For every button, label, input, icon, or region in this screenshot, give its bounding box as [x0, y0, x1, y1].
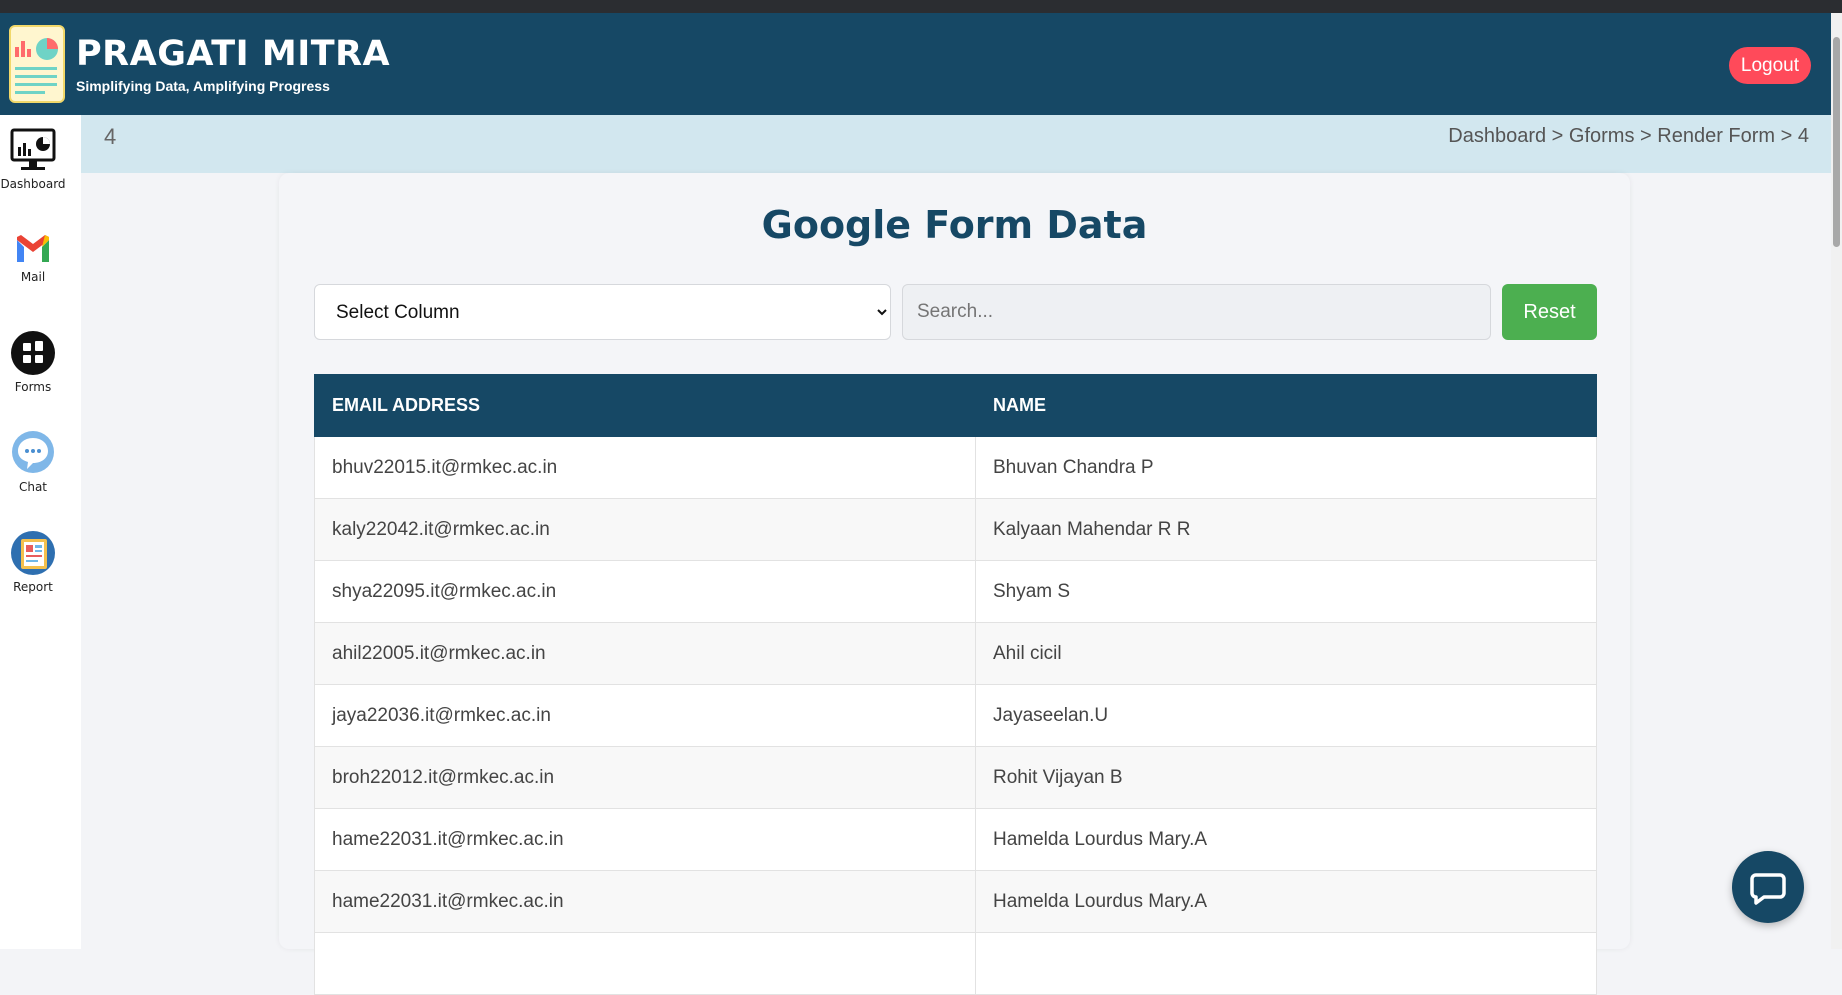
column-select[interactable]: Select Column: [314, 284, 891, 340]
cell-email: ahil22005.it@rmkec.ac.in: [314, 622, 976, 685]
column-header-email[interactable]: EMAIL ADDRESS: [314, 374, 976, 437]
sidebar-item-label: Chat: [18, 480, 48, 494]
table-row: kaly22042.it@rmkec.ac.in Kalyaan Mahenda…: [314, 498, 1597, 561]
search-input[interactable]: [902, 284, 1491, 340]
browser-top-strip: [0, 0, 1842, 13]
page-scrollbar[interactable]: [1831, 13, 1842, 949]
sidebar-item-forms[interactable]: Forms: [0, 330, 66, 394]
breadcrumb-current: 4: [1797, 125, 1809, 147]
cell-name: Shyam S: [975, 560, 1597, 623]
sidebar-item-label: Dashboard: [0, 177, 66, 191]
cell-email: hame22031.it@rmkec.ac.in: [314, 870, 976, 933]
app-tagline: Simplifying Data, Amplifying Progress: [76, 78, 330, 94]
sidebar: Dashboard Mail Forms Chat Report: [0, 115, 81, 949]
chat-fab-button[interactable]: [1732, 851, 1804, 923]
cell-name: Hamelda Lourdus Mary.A: [975, 808, 1597, 871]
app-header: PRAGATI MITRA Simplifying Data, Amplifyi…: [0, 13, 1831, 115]
table-row: hame22031.it@rmkec.ac.in Hamelda Lourdus…: [314, 870, 1597, 933]
reset-button[interactable]: Reset: [1502, 284, 1597, 340]
cell-email: kaly22042.it@rmkec.ac.in: [314, 498, 976, 561]
cell-email: shya22095.it@rmkec.ac.in: [314, 560, 976, 623]
cell-name: Jayaseelan.U: [975, 684, 1597, 747]
cell-name: Rohit Vijayan B: [975, 746, 1597, 809]
sidebar-item-report[interactable]: Report: [0, 530, 66, 594]
column-header-name[interactable]: NAME: [975, 374, 1597, 437]
table-row: hame22031.it@rmkec.ac.in Hamelda Lourdus…: [314, 808, 1597, 871]
breadcrumb-render-form[interactable]: Render Form: [1657, 125, 1775, 147]
cell-name: Kalyaan Mahendar R R: [975, 498, 1597, 561]
app-logo: [9, 25, 65, 103]
page-subheader: 4 Dashboard > Gforms > Render Form > 4: [81, 115, 1831, 173]
cell-name: Bhuvan Chandra P: [975, 436, 1597, 499]
dashboard-monitor-icon: [10, 128, 56, 170]
form-data-card: Google Form Data Select Column Reset EMA…: [279, 173, 1630, 995]
report-icon: [11, 531, 55, 575]
sidebar-item-label: Report: [13, 580, 53, 594]
table-row: shya22095.it@rmkec.ac.in Shyam S: [314, 560, 1597, 623]
form-data-table: EMAIL ADDRESS NAME bhuv22015.it@rmkec.ac…: [314, 374, 1597, 995]
sidebar-item-label: Mail: [20, 270, 46, 284]
cell-email: bhuv22015.it@rmkec.ac.in: [314, 436, 976, 499]
table-row: jaya22036.it@rmkec.ac.in Jayaseelan.U: [314, 684, 1597, 747]
table-row: [314, 932, 1597, 995]
cell-name: Ahil cicil: [975, 622, 1597, 685]
forms-grid-icon: [11, 331, 55, 375]
logout-button[interactable]: Logout: [1728, 47, 1811, 84]
sidebar-item-mail[interactable]: Mail: [0, 232, 66, 284]
breadcrumb-gforms[interactable]: Gforms: [1569, 125, 1635, 147]
cell-email: hame22031.it@rmkec.ac.in: [314, 808, 976, 871]
breadcrumb: Dashboard > Gforms > Render Form > 4: [1448, 125, 1809, 148]
table-header-row: EMAIL ADDRESS NAME: [314, 374, 1597, 437]
chat-bubble-icon: [12, 431, 54, 473]
chart-logo-icon: [15, 38, 58, 94]
cell-email: broh22012.it@rmkec.ac.in: [314, 746, 976, 809]
breadcrumb-separator: >: [1634, 125, 1658, 147]
cell-name: [975, 932, 1597, 995]
chat-bubble-icon: [1750, 873, 1786, 905]
app-title: PRAGATI MITRA: [76, 34, 391, 74]
page-id: 4: [104, 124, 117, 149]
scrollbar-thumb[interactable]: [1833, 37, 1840, 247]
breadcrumb-separator: >: [1775, 125, 1798, 147]
sidebar-item-dashboard[interactable]: Dashboard: [0, 127, 66, 191]
table-row: bhuv22015.it@rmkec.ac.in Bhuvan Chandra …: [314, 436, 1597, 499]
gmail-icon: [17, 235, 49, 262]
cell-email: jaya22036.it@rmkec.ac.in: [314, 684, 976, 747]
table-row: broh22012.it@rmkec.ac.in Rohit Vijayan B: [314, 746, 1597, 809]
cell-name: Hamelda Lourdus Mary.A: [975, 870, 1597, 933]
sidebar-item-chat[interactable]: Chat: [0, 430, 66, 494]
table-row: ahil22005.it@rmkec.ac.in Ahil cicil: [314, 622, 1597, 685]
breadcrumb-separator: >: [1546, 125, 1569, 147]
cell-email: [314, 932, 976, 995]
page-title: Google Form Data: [761, 203, 1148, 247]
breadcrumb-dashboard[interactable]: Dashboard: [1448, 125, 1546, 147]
sidebar-item-label: Forms: [14, 380, 52, 394]
